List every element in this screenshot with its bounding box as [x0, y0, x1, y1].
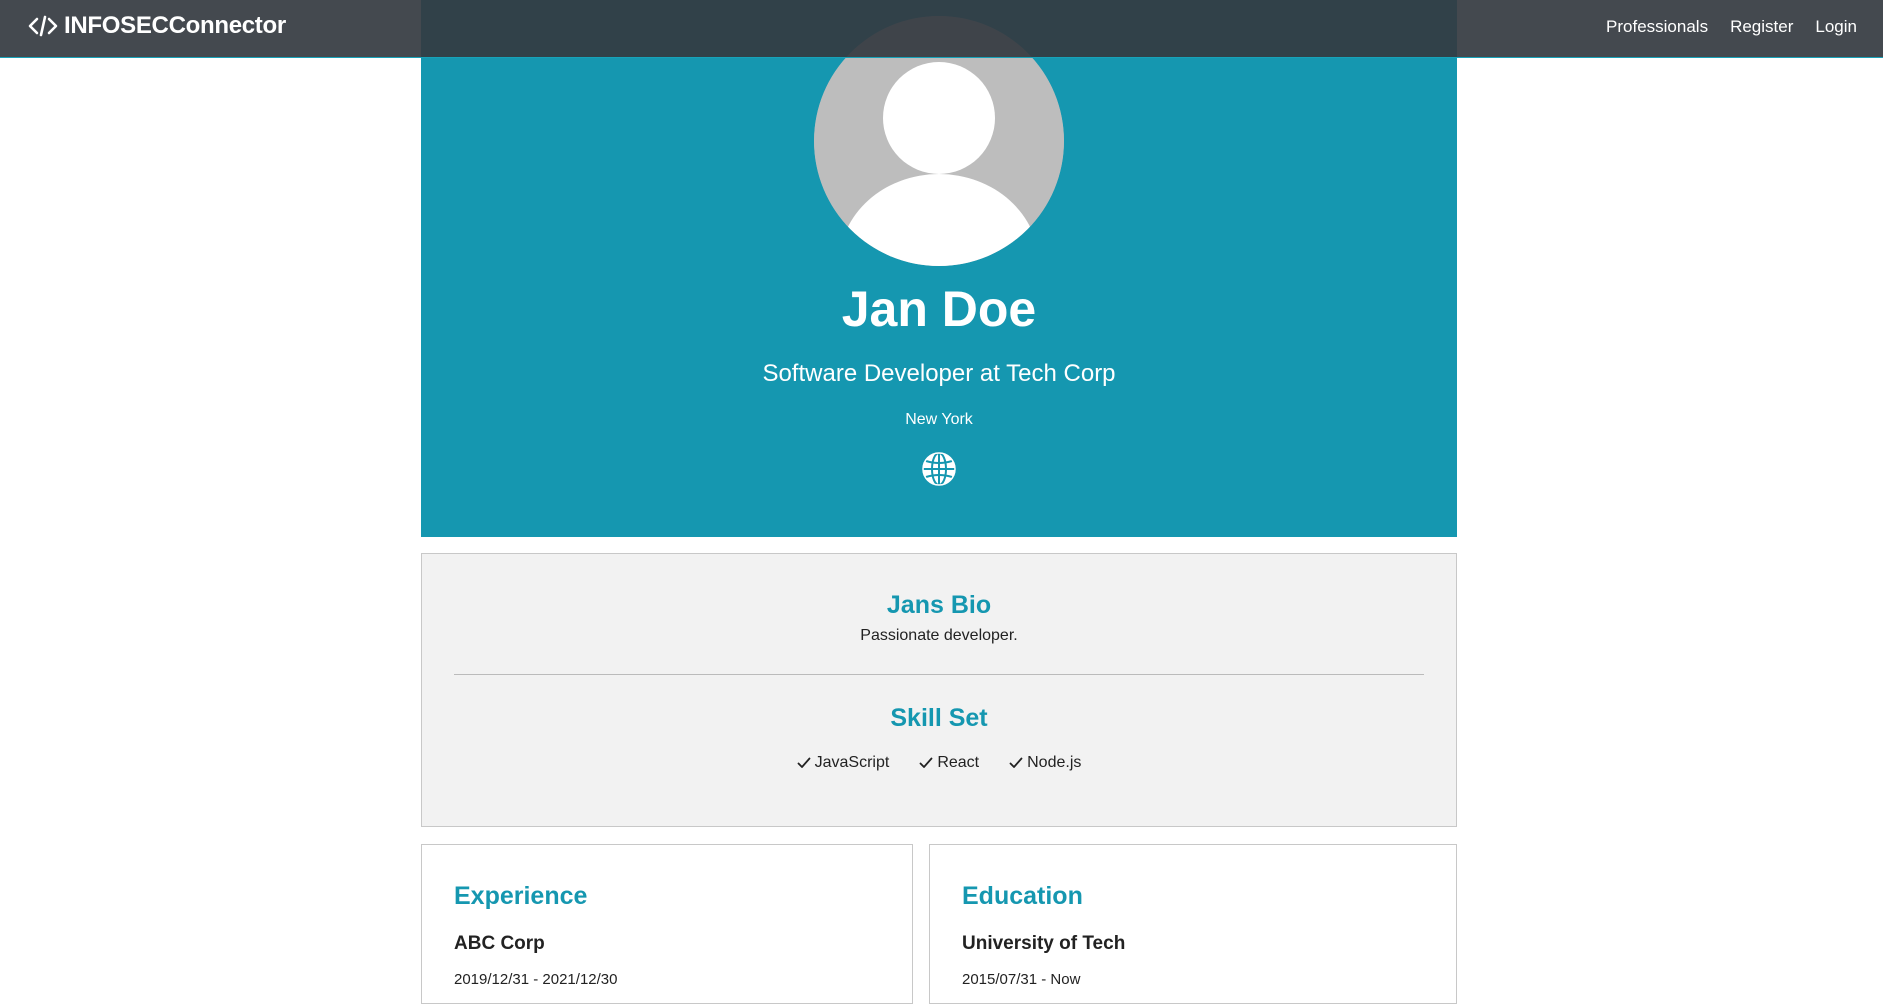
- profile-headline: Software Developer at Tech Corp: [762, 360, 1116, 387]
- skill-item: JavaScript: [797, 754, 890, 772]
- divider: [454, 674, 1424, 675]
- globe-icon[interactable]: [921, 451, 957, 487]
- skills-list: JavaScript React Node.js: [422, 754, 1456, 772]
- brand-link[interactable]: INFOSECConnector: [28, 12, 286, 40]
- skill-label: JavaScript: [814, 754, 890, 771]
- brand-name: INFOSECConnector: [64, 12, 286, 39]
- profile-name: Jan Doe: [841, 281, 1037, 337]
- education-dates: 2015/07/31 - Now: [962, 971, 1081, 988]
- nav-link-login[interactable]: Login: [1815, 17, 1857, 37]
- skill-label: Node.js: [1027, 754, 1082, 771]
- bio-card: Jans Bio Passionate developer. Skill Set…: [421, 553, 1457, 827]
- code-icon: [28, 14, 58, 38]
- experience-card: Experience ABC Corp 2019/12/31 - 2021/12…: [421, 844, 913, 1004]
- experience-company: ABC Corp: [454, 933, 545, 954]
- check-icon: [919, 756, 933, 770]
- check-icon: [1009, 756, 1023, 770]
- experience-dates: 2019/12/31 - 2021/12/30: [454, 971, 618, 988]
- education-school: University of Tech: [962, 933, 1126, 954]
- experience-title: Experience: [454, 882, 588, 910]
- skills-title: Skill Set: [890, 704, 988, 732]
- check-icon: [797, 756, 811, 770]
- education-card: Education University of Tech 2015/07/31 …: [929, 844, 1457, 1004]
- bio-title: Jans Bio: [886, 591, 992, 619]
- nav-link-register[interactable]: Register: [1730, 17, 1793, 37]
- skill-label: React: [937, 754, 980, 771]
- profile-header: Jan Doe Software Developer at Tech Corp …: [421, 0, 1457, 537]
- navbar: INFOSECConnector Professionals Register …: [0, 0, 1883, 58]
- skill-item: Node.js: [1009, 754, 1081, 772]
- bio-text: Passionate developer.: [860, 627, 1018, 644]
- nav-link-professionals[interactable]: Professionals: [1606, 17, 1708, 37]
- nav-links: Professionals Register Login: [1606, 17, 1857, 37]
- skill-item: React: [919, 754, 979, 772]
- profile-location: New York: [905, 411, 973, 428]
- education-title: Education: [962, 882, 1083, 910]
